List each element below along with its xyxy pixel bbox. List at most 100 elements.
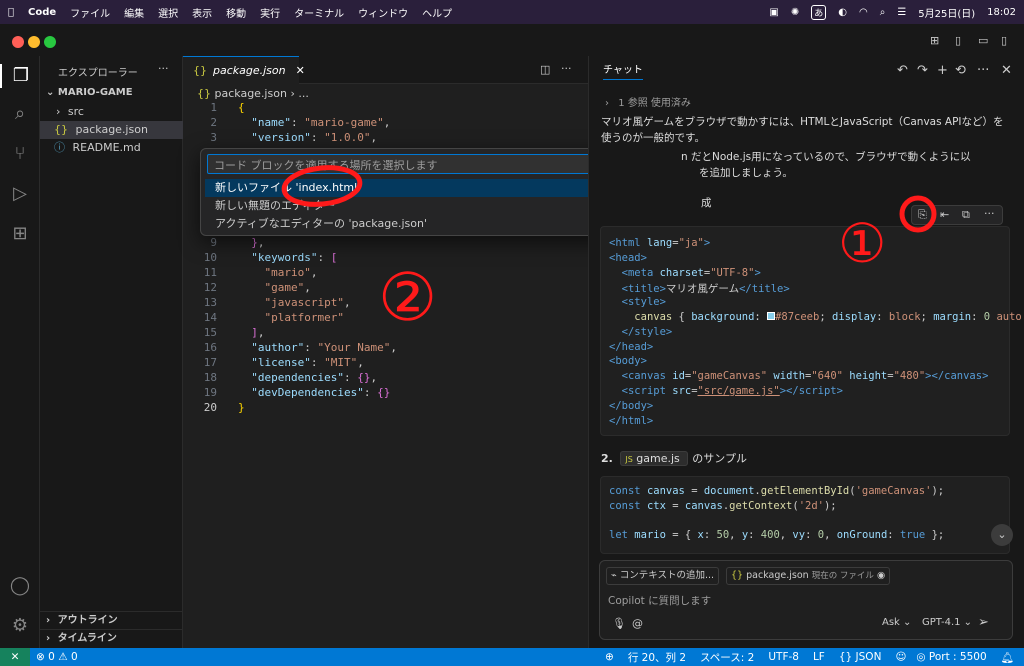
status-square-icon[interactable]: ▣: [769, 7, 778, 18]
code-line: {: [238, 101, 245, 114]
add-context-button[interactable]: ⌁ コンテキストの追加...: [606, 567, 720, 585]
menubar-date[interactable]: 5月25日(日): [918, 5, 975, 20]
menubar-time[interactable]: 18:02: [987, 7, 1016, 18]
menu-edit[interactable]: 編集: [124, 5, 144, 20]
copy-icon[interactable]: ⧉: [962, 208, 970, 222]
model-picker[interactable]: GPT-4.1 ⌄: [922, 617, 972, 628]
source-control-icon[interactable]: ⑂: [8, 142, 32, 166]
menu-window[interactable]: ウィンドウ: [358, 5, 408, 20]
timeline-section[interactable]: › タイムライン: [40, 629, 183, 647]
breadcrumb-separator: ›: [290, 87, 295, 100]
menu-file[interactable]: ファイル: [70, 5, 110, 20]
new-chat-icon[interactable]: +: [937, 63, 948, 78]
js-code-block[interactable]: const canvas = document.getElementById('…: [600, 476, 1010, 554]
json-icon: {}: [193, 64, 207, 77]
redo-icon[interactable]: ↷: [917, 63, 928, 78]
line-number: 19: [203, 386, 217, 399]
menu-go[interactable]: 移動: [226, 5, 246, 20]
close-panel-icon[interactable]: ✕: [1001, 63, 1012, 78]
outline-section[interactable]: › アウトライン: [40, 611, 183, 629]
close-window-button[interactable]: [12, 36, 24, 48]
indentation[interactable]: スペース: 2: [700, 650, 754, 665]
cursor-position[interactable]: 行 20、列 2: [628, 650, 686, 665]
problems-indicator[interactable]: ⊗ 0 ⚠ 0: [36, 651, 78, 663]
more-actions-icon[interactable]: ···: [158, 62, 169, 75]
settings-gear-icon[interactable]: ⚙: [8, 614, 32, 638]
toggle-sidebar-icon[interactable]: ▯: [955, 34, 961, 47]
tab-package-json[interactable]: {} package.json ✕: [183, 56, 305, 84]
tree-item-readme[interactable]: ⓘ README.md: [40, 139, 183, 157]
explorer-icon[interactable]: ❐: [0, 64, 40, 88]
mode-picker[interactable]: Ask ⌄: [882, 617, 911, 628]
menu-run[interactable]: 実行: [260, 5, 280, 20]
apple-icon[interactable]: : [8, 7, 14, 18]
control-center-icon[interactable]: ☰: [897, 7, 906, 18]
tree-item-package-json[interactable]: {} package.json: [40, 121, 183, 139]
search-icon[interactable]: ⌕: [8, 102, 32, 126]
more-actions-icon[interactable]: ···: [561, 62, 572, 75]
line-number: 20: [203, 401, 217, 414]
more-actions-icon[interactable]: ···: [977, 63, 989, 78]
extensions-icon[interactable]: ⊞: [8, 222, 32, 246]
breadcrumb-rest[interactable]: ...: [298, 87, 309, 100]
json-icon: {}: [197, 87, 211, 100]
toggle-panel-icon[interactable]: ▭: [978, 34, 988, 47]
outline-label: アウトライン: [57, 615, 118, 626]
minimize-window-button[interactable]: [28, 36, 40, 48]
line-number: 12: [203, 281, 217, 294]
tree-item-src[interactable]: › src: [40, 103, 183, 121]
toggle-secondary-sidebar-icon[interactable]: ▯: [1001, 34, 1007, 47]
folder-header[interactable]: ⌄ MARIO-GAME: [40, 84, 183, 102]
live-server-port[interactable]: ◎ Port : 5500: [916, 651, 986, 663]
code-line: "game",: [264, 281, 311, 294]
encoding[interactable]: UTF-8: [768, 651, 799, 663]
history-icon[interactable]: ⟲: [955, 63, 966, 78]
scroll-down-button[interactable]: ⌄: [991, 524, 1013, 546]
notifications-bell-icon[interactable]: 🔔︎: [1001, 651, 1014, 664]
menu-view[interactable]: 表示: [192, 5, 212, 20]
menu-selection[interactable]: 選択: [158, 5, 178, 20]
menu-terminal[interactable]: ターミナル: [294, 5, 344, 20]
microphone-icon[interactable]: 🎙: [612, 617, 626, 630]
undo-icon[interactable]: ↶: [897, 63, 908, 78]
language-mode[interactable]: {} JSON: [839, 651, 882, 663]
copilot-icon[interactable]: ☺: [895, 651, 906, 663]
eol[interactable]: LF: [813, 651, 825, 663]
json-icon: {}: [731, 570, 744, 581]
breadcrumb-file[interactable]: package.json: [215, 87, 287, 100]
zoom-icon[interactable]: ⊕: [605, 651, 614, 663]
maximize-window-button[interactable]: [44, 36, 56, 48]
app-menu[interactable]: Code: [28, 7, 56, 18]
code-line: "name": "mario-game",: [251, 116, 391, 129]
html-code-block[interactable]: ⎘ ⇤ ⧉ ··· <html lang="ja"> <head> <meta c…: [600, 205, 1022, 436]
port-label: Port : 5500: [928, 651, 987, 663]
mode-label: Ask: [882, 617, 900, 628]
wifi-icon[interactable]: ◠: [859, 7, 868, 18]
apply-in-editor-icon[interactable]: ⎘: [918, 208, 927, 222]
account-icon[interactable]: ◯: [8, 574, 32, 598]
close-tab-icon[interactable]: ✕: [296, 64, 305, 77]
run-debug-icon[interactable]: ▷: [8, 182, 32, 206]
customize-layout-icon[interactable]: ⊞: [930, 34, 939, 47]
chat-tab[interactable]: チャット: [603, 61, 643, 80]
chat-input[interactable]: Copilot に質問します: [608, 593, 711, 608]
file-chip[interactable]: JS game.js: [620, 451, 689, 466]
model-label: GPT-4.1: [922, 617, 961, 628]
more-actions-icon[interactable]: ···: [984, 207, 995, 220]
insert-at-cursor-icon[interactable]: ⇤: [940, 208, 949, 221]
split-editor-icon[interactable]: ◫: [540, 63, 550, 76]
references-row[interactable]: › 1 参照 使用済み: [605, 94, 691, 109]
code-line: },: [251, 236, 265, 249]
line-number: 13: [203, 296, 217, 309]
send-icon[interactable]: ➢: [978, 615, 989, 630]
remote-indicator-icon[interactable]: ✕: [0, 648, 30, 666]
input-method-icon[interactable]: あ: [811, 4, 827, 20]
references-label: 1 参照 使用済み: [618, 98, 691, 109]
context-file-chip[interactable]: {} package.json 現在の ファイル ◉: [726, 567, 891, 585]
sun-icon[interactable]: ✺: [791, 7, 799, 18]
menu-help[interactable]: ヘルプ: [422, 5, 452, 20]
search-icon[interactable]: ⌕: [880, 7, 886, 18]
toggle-icon[interactable]: ◐: [838, 7, 847, 18]
eye-icon[interactable]: ◉: [877, 570, 885, 581]
mention-icon[interactable]: @: [632, 617, 643, 630]
